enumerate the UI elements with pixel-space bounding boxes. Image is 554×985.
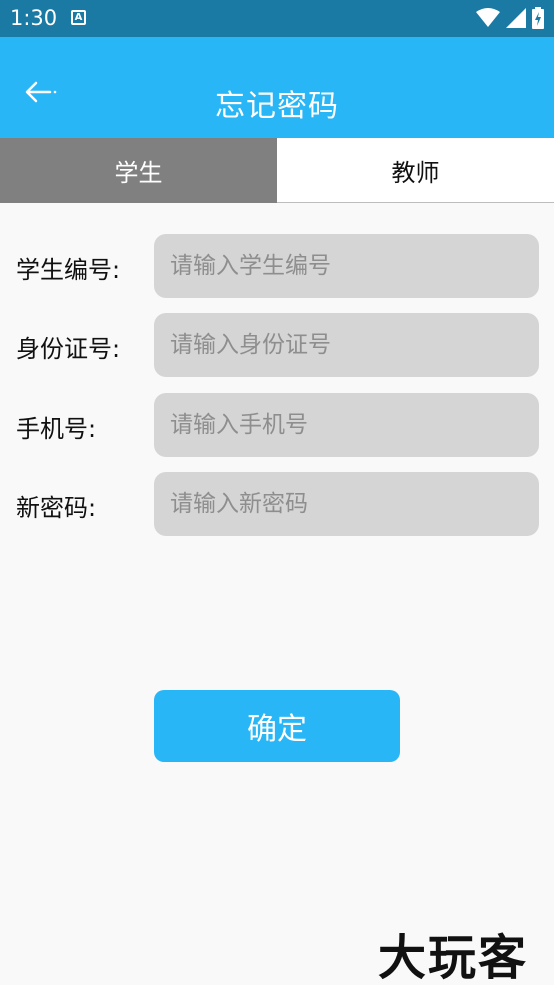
notification-icon: A bbox=[71, 10, 86, 25]
app-bar: 忘记密码 bbox=[0, 37, 554, 138]
confirm-button[interactable]: 确定 bbox=[154, 690, 400, 762]
page-title: 忘记密码 bbox=[215, 89, 339, 124]
status-time: 1:30 bbox=[10, 6, 58, 30]
tab-student[interactable]: 学生 bbox=[0, 138, 277, 203]
id-card-row: 身份证号: bbox=[0, 313, 554, 377]
tab-teacher[interactable]: 教师 bbox=[277, 138, 554, 203]
new-password-label: 新密码: bbox=[16, 494, 97, 522]
watermark-logo: 大玩客 bbox=[378, 930, 529, 985]
role-tabs: 学生 教师 bbox=[0, 138, 554, 203]
student-id-input[interactable] bbox=[154, 234, 539, 298]
wifi-icon bbox=[476, 8, 500, 27]
phone-input[interactable] bbox=[154, 393, 539, 457]
student-id-row: 学生编号: bbox=[0, 234, 554, 298]
status-icons bbox=[476, 7, 544, 29]
phone-label: 手机号: bbox=[16, 415, 97, 443]
battery-charging-icon bbox=[532, 7, 544, 29]
new-password-input[interactable] bbox=[154, 472, 539, 536]
phone-row: 手机号: bbox=[0, 393, 554, 457]
signal-icon bbox=[506, 8, 526, 28]
new-password-row: 新密码: bbox=[0, 472, 554, 536]
status-bar: 1:30 A bbox=[0, 0, 554, 37]
student-id-label: 学生编号: bbox=[16, 256, 121, 284]
id-card-input[interactable] bbox=[154, 313, 539, 377]
id-card-label: 身份证号: bbox=[16, 335, 121, 363]
